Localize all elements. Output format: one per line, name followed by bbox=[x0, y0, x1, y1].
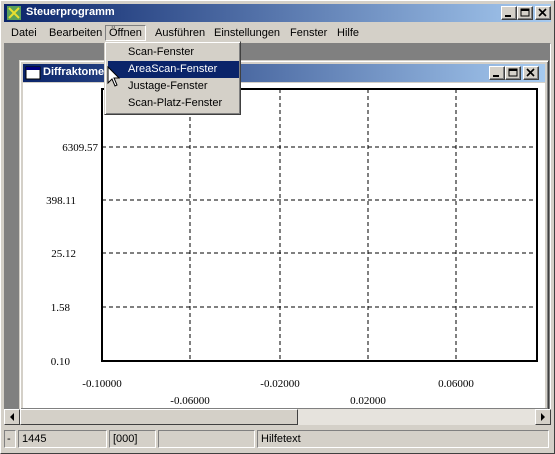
scroll-thumb[interactable] bbox=[20, 409, 298, 425]
status-cell-0: - bbox=[4, 430, 16, 448]
horizontal-scrollbar[interactable] bbox=[4, 409, 551, 425]
child-minimize-button[interactable] bbox=[489, 66, 505, 80]
status-bar: - 1445 [000] Hilfetext bbox=[4, 428, 551, 450]
menu-hilfe[interactable]: Hilfe bbox=[334, 26, 362, 42]
x-tick-label: -0.02000 bbox=[260, 378, 300, 390]
minimize-button[interactable] bbox=[501, 6, 517, 20]
status-position: 1445 bbox=[18, 430, 107, 448]
child-maximize-button[interactable] bbox=[505, 66, 521, 80]
main-window: Steuerprogramm Datei Bearbeiten Öffnen A… bbox=[0, 0, 555, 454]
status-cell-3 bbox=[158, 430, 255, 448]
menu-oeffnen[interactable]: Öffnen bbox=[105, 25, 146, 41]
menu-fenster[interactable]: Fenster bbox=[287, 26, 330, 42]
maximize-icon bbox=[508, 68, 518, 77]
scroll-left-button[interactable] bbox=[4, 409, 20, 425]
minimize-icon bbox=[493, 75, 499, 77]
maximize-button[interactable] bbox=[517, 6, 533, 20]
y-tick-label: 398.11 bbox=[46, 195, 76, 207]
child-titlebar[interactable]: Diffraktometer bbox=[23, 64, 545, 82]
menu-bearbeiten[interactable]: Bearbeiten bbox=[46, 26, 105, 42]
minimize-icon bbox=[505, 15, 511, 17]
child-window: Diffraktometer 6309.57 398.11 25.12 1.58… bbox=[19, 60, 549, 410]
x-tick-label: -0.10000 bbox=[82, 378, 122, 390]
y-tick-label: 1.58 bbox=[51, 302, 71, 314]
arrow-right-icon bbox=[541, 413, 545, 421]
menu-item-scan-platz-fenster[interactable]: Scan-Platz-Fenster bbox=[108, 95, 239, 112]
close-button[interactable] bbox=[535, 6, 551, 20]
mdi-client-area: Diffraktometer 6309.57 398.11 25.12 1.58… bbox=[4, 43, 551, 425]
menu-bar: Datei Bearbeiten Öffnen Ausführen Einste… bbox=[4, 23, 551, 42]
app-title: Steuerprogramm bbox=[26, 6, 115, 18]
document-icon[interactable] bbox=[25, 65, 41, 81]
x-tick-label: 0.06000 bbox=[438, 378, 474, 390]
app-icon[interactable] bbox=[6, 5, 22, 21]
close-icon bbox=[526, 68, 535, 77]
status-index: [000] bbox=[109, 430, 156, 448]
y-tick-label: 6309.57 bbox=[62, 142, 98, 154]
menu-ausfuehren[interactable]: Ausführen bbox=[152, 26, 208, 42]
maximize-icon bbox=[520, 8, 530, 17]
menu-item-scan-fenster[interactable]: Scan-Fenster bbox=[108, 44, 239, 61]
menu-datei[interactable]: Datei bbox=[8, 26, 40, 42]
child-close-button[interactable] bbox=[523, 66, 539, 80]
main-titlebar[interactable]: Steuerprogramm bbox=[4, 4, 551, 22]
oeffnen-dropdown-menu: Scan-Fenster AreaScan-Fenster Justage-Fe… bbox=[104, 41, 241, 115]
menu-item-areascan-fenster[interactable]: AreaScan-Fenster bbox=[108, 61, 239, 78]
y-tick-label: 0.10 bbox=[51, 356, 71, 368]
arrow-left-icon bbox=[10, 413, 14, 421]
x-tick-label: 0.02000 bbox=[350, 395, 386, 407]
plot-area[interactable]: 6309.57 398.11 25.12 1.58 0.10 -0.10000 … bbox=[23, 83, 545, 408]
status-helptext: Hilfetext bbox=[257, 430, 549, 448]
plot-frame bbox=[101, 88, 538, 362]
mouse-pointer-icon bbox=[107, 65, 121, 88]
close-icon bbox=[538, 8, 547, 17]
y-tick-label: 25.12 bbox=[51, 248, 76, 260]
plot-svg: 6309.57 398.11 25.12 1.58 0.10 -0.10000 … bbox=[46, 88, 538, 407]
menu-einstellungen[interactable]: Einstellungen bbox=[211, 26, 283, 42]
scroll-right-button[interactable] bbox=[535, 409, 551, 425]
menu-item-justage-fenster[interactable]: Justage-Fenster bbox=[108, 78, 239, 95]
x-tick-label: -0.06000 bbox=[170, 395, 210, 407]
